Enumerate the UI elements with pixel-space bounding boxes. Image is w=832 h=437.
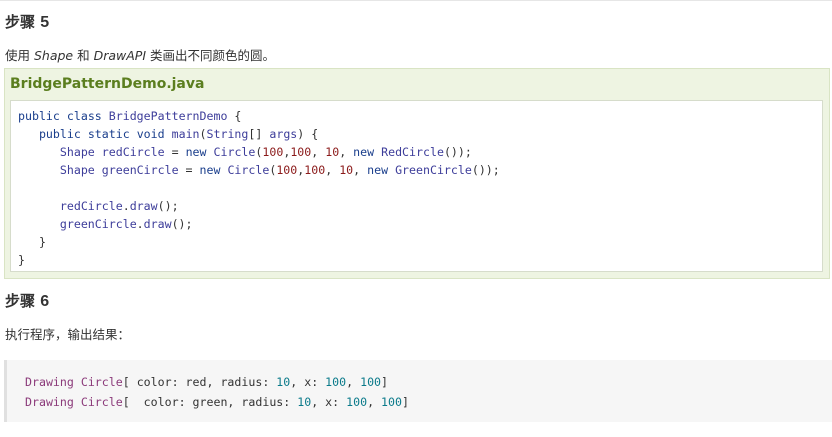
step-number: 6 — [40, 293, 50, 310]
code-line: Shape redCircle = new Circle(100,100, 10… — [59, 145, 472, 159]
code-line: } — [18, 253, 25, 267]
output-line: Drawing Circle[ color: red, radius: 10, … — [25, 375, 389, 389]
step-6-description: 执行程序，输出结果： — [5, 327, 131, 342]
desc-text: 类画出不同颜色的圆。 — [146, 48, 276, 63]
step-number: 5 — [40, 14, 50, 31]
code-block: public class BridgePatternDemo { public … — [18, 107, 500, 269]
desc-text: 和 — [73, 48, 94, 63]
code-line: redCircle.draw(); — [59, 199, 179, 213]
desc-text: 使用 — [5, 48, 34, 63]
code-line: ​ — [18, 179, 500, 197]
desc-shape-term: Shape — [33, 48, 74, 63]
top-divider — [0, 0, 832, 1]
output-line: Drawing Circle[ color: green, radius: 10… — [25, 395, 409, 409]
step-6-heading: 步骤 6 — [5, 290, 49, 311]
desc-drawapi-term: DrawAPI — [93, 48, 147, 63]
output-box: Drawing Circle[ color: red, radius: 10, … — [4, 360, 832, 422]
step-label: 步骤 — [5, 292, 36, 310]
step-label: 步骤 — [5, 13, 36, 31]
code-panel: public class BridgePatternDemo { public … — [10, 100, 823, 272]
code-line: } — [18, 235, 46, 249]
code-line: public class BridgePatternDemo { — [18, 109, 242, 123]
code-example-box: BridgePatternDemo.java public class Brid… — [4, 68, 830, 279]
output-block: Drawing Circle[ color: red, radius: 10, … — [25, 372, 409, 412]
code-line: Shape greenCircle = new Circle(100,100, … — [59, 163, 500, 177]
step-5-description: 使用 Shape 和 DrawAPI 类画出不同颜色的圆。 — [5, 45, 275, 64]
code-line: public static void main(String[] args) { — [38, 127, 319, 141]
code-line: greenCircle.draw(); — [59, 217, 193, 231]
code-example-filename: BridgePatternDemo.java — [10, 76, 205, 92]
step-5-heading: 步骤 5 — [5, 11, 49, 32]
